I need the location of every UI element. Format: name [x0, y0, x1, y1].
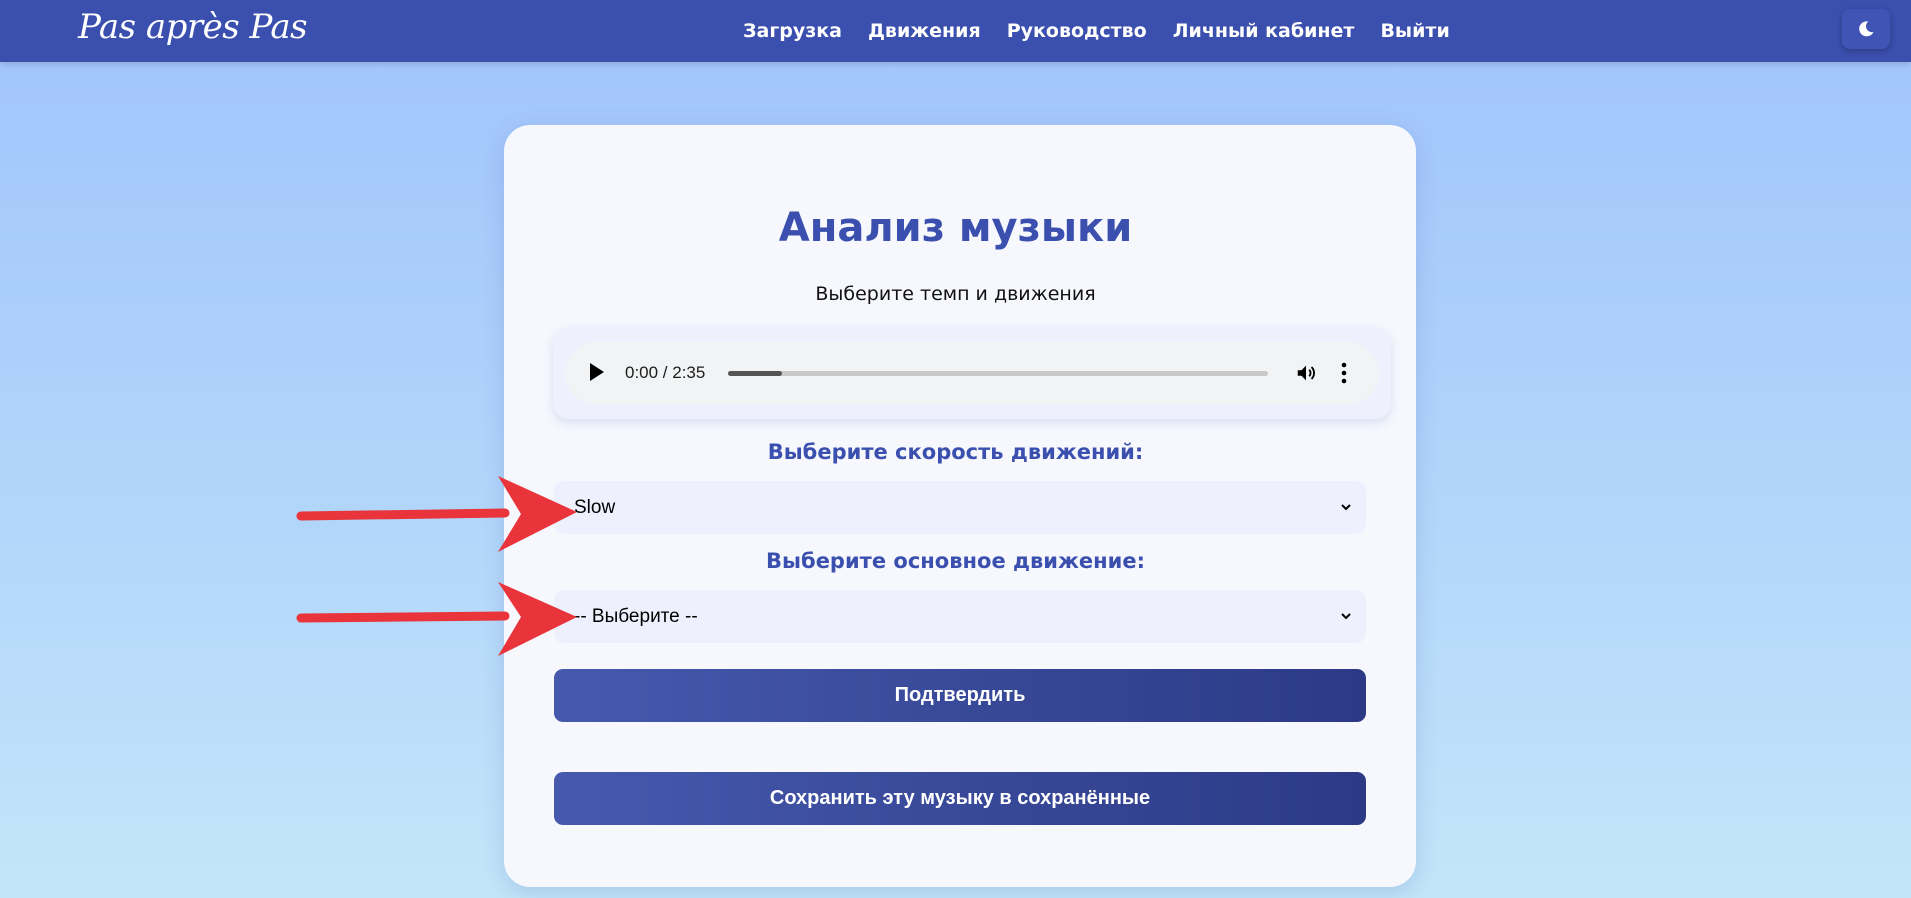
more-options-icon[interactable]: [1340, 362, 1348, 384]
page-subtitle: Выберите темп и движения: [815, 283, 1096, 305]
annotation-arrow-right-icon: [296, 582, 577, 656]
nav-link-logout[interactable]: Выйти: [1380, 20, 1449, 42]
movement-select-value: -- Выберите --: [574, 606, 698, 627]
brand-logo[interactable]: Pas après Pas: [78, 2, 308, 52]
top-navbar: Pas après Pas Загрузка Движения Руководс…: [0, 0, 1911, 62]
moon-icon: [1859, 21, 1874, 37]
annotation-arrow-right-icon: [296, 476, 577, 552]
nav-link-movements[interactable]: Движения: [868, 20, 981, 42]
nav-link-guide[interactable]: Руководство: [1007, 20, 1147, 42]
nav-link-upload[interactable]: Загрузка: [743, 20, 842, 42]
play-icon[interactable]: [590, 363, 604, 381]
nav-links: Загрузка Движения Руководство Личный каб…: [743, 0, 1450, 62]
save-music-button[interactable]: Сохранить эту музыку в сохранённые: [554, 772, 1366, 825]
movement-label: Выберите основное движение:: [766, 549, 1145, 573]
audio-progress-fill: [728, 371, 782, 376]
chevron-down-icon: [1341, 504, 1351, 511]
audio-time: 0:00 / 2:35: [625, 363, 706, 382]
audio-player-container: 0:00 / 2:35: [553, 327, 1391, 419]
chevron-down-icon: [1341, 613, 1351, 620]
page-title: Анализ музыки: [778, 205, 1133, 251]
audio-player: 0:00 / 2:35: [565, 342, 1379, 404]
speed-label: Выберите скорость движений:: [767, 440, 1144, 464]
theme-toggle-button[interactable]: [1842, 9, 1890, 49]
speed-select[interactable]: Slow: [554, 481, 1366, 534]
volume-icon[interactable]: [1295, 362, 1317, 384]
confirm-button[interactable]: Подтвердить: [554, 669, 1366, 722]
nav-link-account[interactable]: Личный кабинет: [1173, 20, 1355, 42]
movement-select[interactable]: -- Выберите --: [554, 590, 1366, 643]
audio-progress-bar[interactable]: [728, 371, 1268, 376]
speed-select-value: Slow: [574, 497, 616, 518]
